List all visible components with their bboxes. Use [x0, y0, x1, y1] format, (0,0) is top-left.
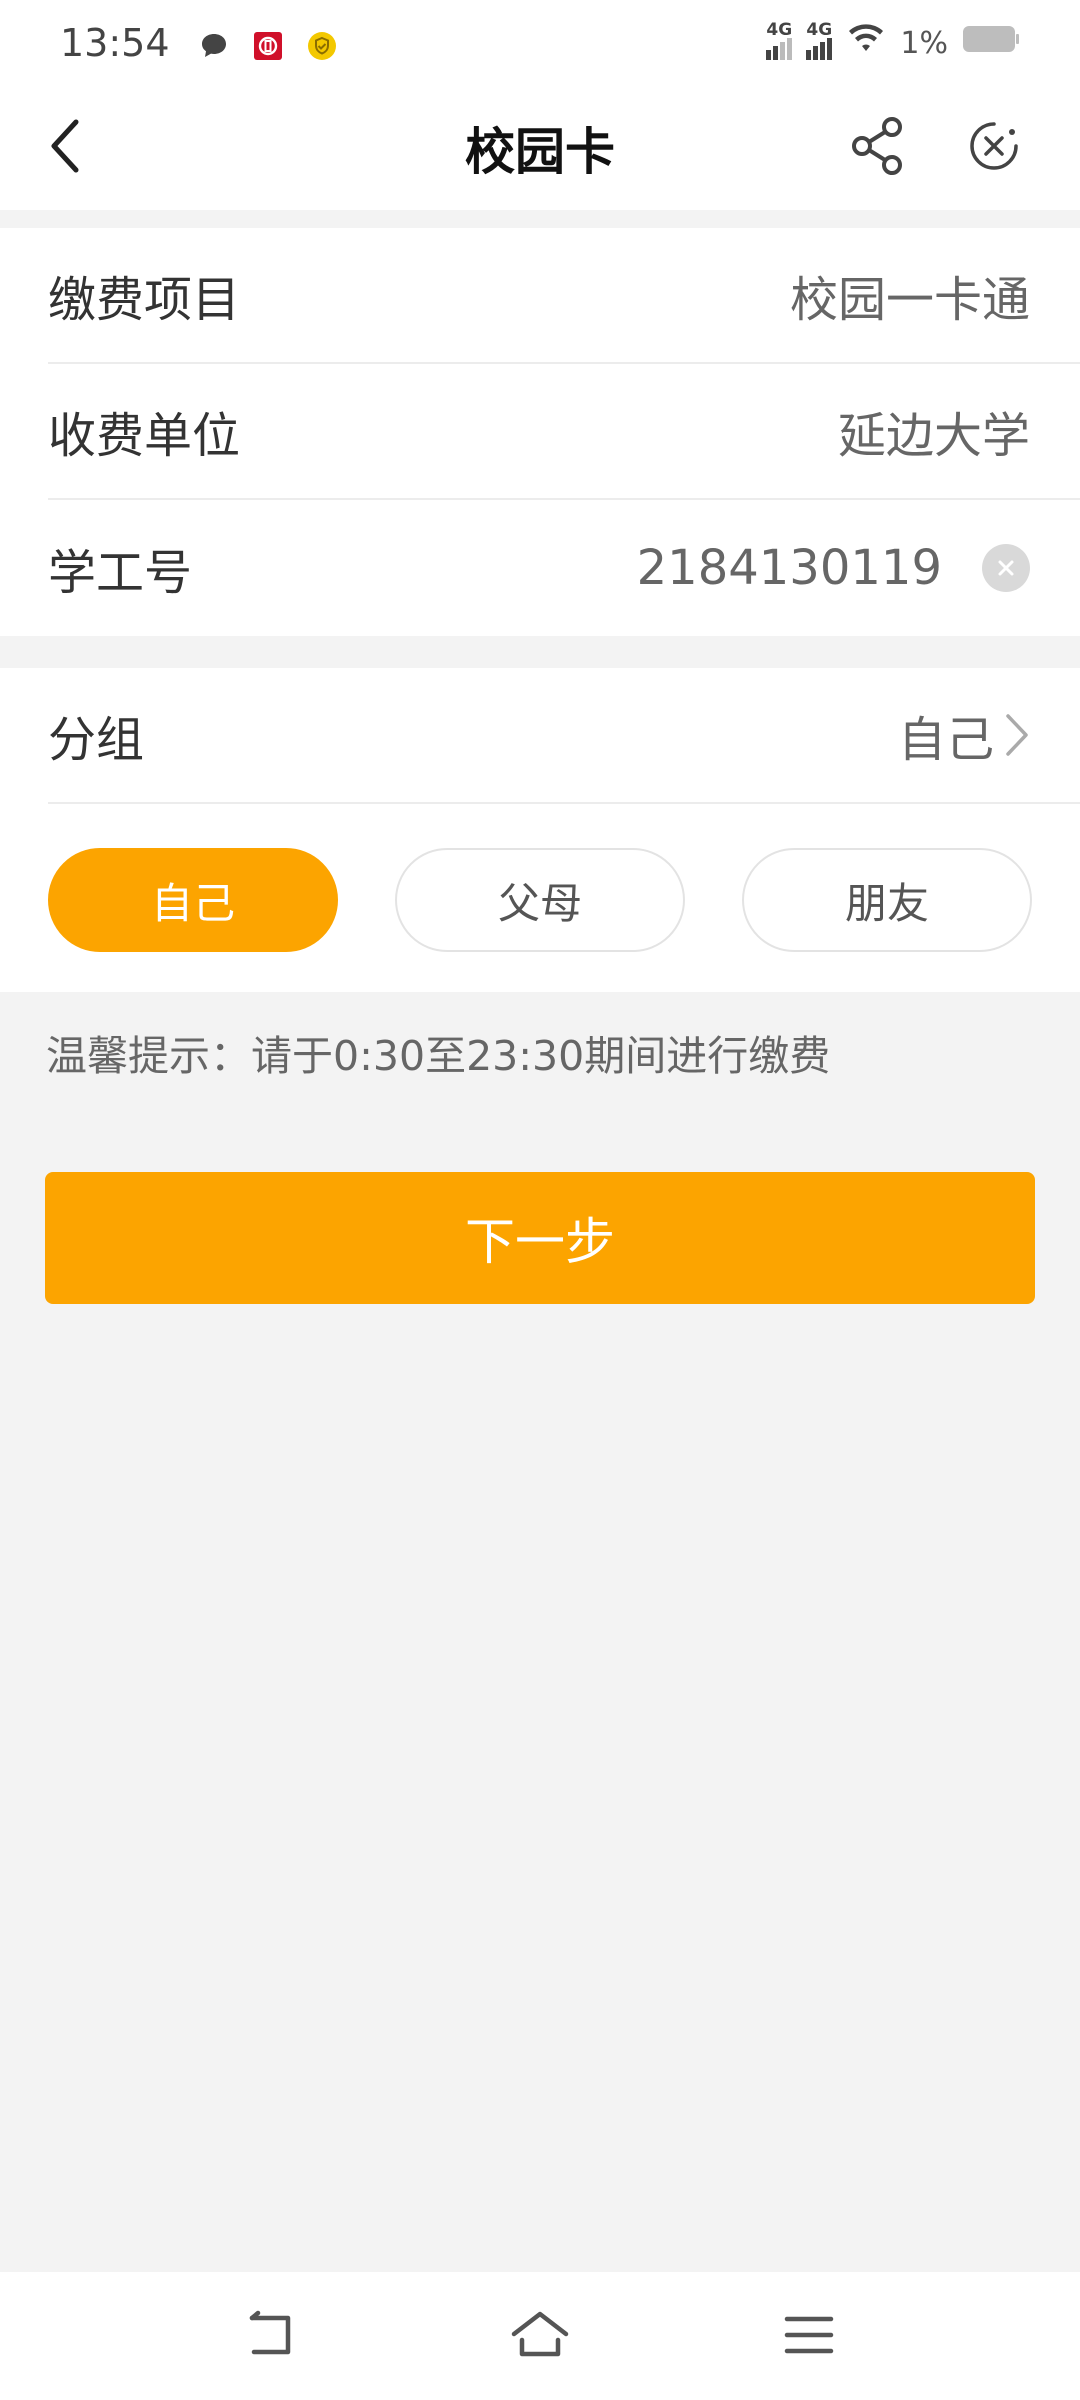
battery-percent: 1% [900, 25, 948, 61]
page-title: 校园卡 [465, 123, 615, 181]
nav-bar: 校园卡 [0, 86, 1080, 210]
system-home-button[interactable] [505, 2302, 575, 2372]
payment-item-value: 校园一卡通 [789, 272, 1030, 328]
tip-text: 温馨提示：请于0:30至23:30期间进行缴费 [46, 1032, 831, 1080]
payment-item-row: 缴费项目 校园一卡通 [48, 228, 1080, 364]
chip-friends[interactable]: 朋友 [742, 848, 1032, 952]
payee-value: 延边大学 [837, 408, 1030, 464]
student-id-label: 学工号 [48, 545, 193, 601]
share-icon [848, 115, 908, 181]
shield-check-icon [306, 27, 338, 60]
group-label: 分组 [48, 712, 145, 768]
chat-bubble-icon [198, 27, 230, 59]
group-card: 分组 自己 自己 父母 朋友 [0, 668, 1080, 992]
network-label-2: 4G [806, 20, 833, 40]
back-arrow-icon [46, 116, 86, 180]
chip-self[interactable]: 自己 [48, 848, 338, 952]
payee-label: 收费单位 [48, 408, 241, 464]
group-row[interactable]: 分组 自己 [48, 668, 1080, 804]
payee-row: 收费单位 延边大学 [48, 364, 1080, 500]
system-menu-button[interactable] [774, 2302, 844, 2372]
system-nav-bar [0, 2272, 1080, 2400]
system-back-button[interactable] [236, 2302, 306, 2372]
status-time: 13:54 [60, 21, 170, 65]
close-circle-icon [968, 120, 1020, 176]
back-icon [244, 2310, 298, 2364]
share-button[interactable] [840, 110, 916, 186]
next-step-button[interactable]: 下一步 [45, 1172, 1035, 1304]
signal-icon-2: 4G [806, 20, 833, 60]
chevron-right-icon [1004, 712, 1030, 758]
signal-icon: 4G [766, 20, 793, 60]
menu-icon [783, 2313, 835, 2361]
campus-card-payment-screen: 13:54 4G 4G 1% 校园卡 缴费项目 校园一卡通 收费单位 延边大学 … [0, 0, 1080, 2400]
payment-info-card: 缴费项目 校园一卡通 收费单位 延边大学 学工号 2184130119 [0, 228, 1080, 636]
status-bar: 13:54 4G 4G 1% [0, 0, 1080, 86]
close-button[interactable] [956, 110, 1032, 186]
payment-item-label: 缴费项目 [48, 272, 241, 328]
student-id-input[interactable]: 2184130119 [637, 540, 942, 596]
wifi-icon [846, 23, 886, 63]
student-id-row: 学工号 2184130119 [48, 500, 1080, 636]
group-chips: 自己 父母 朋友 [48, 848, 1032, 952]
back-button[interactable] [28, 110, 104, 186]
battery-icon [962, 24, 1020, 62]
bank-app-icon [252, 27, 284, 60]
clear-input-icon[interactable] [982, 544, 1030, 592]
chip-parents[interactable]: 父母 [395, 848, 685, 952]
group-value: 自己 [897, 712, 994, 768]
home-icon [510, 2310, 570, 2364]
network-label-1: 4G [766, 20, 793, 40]
